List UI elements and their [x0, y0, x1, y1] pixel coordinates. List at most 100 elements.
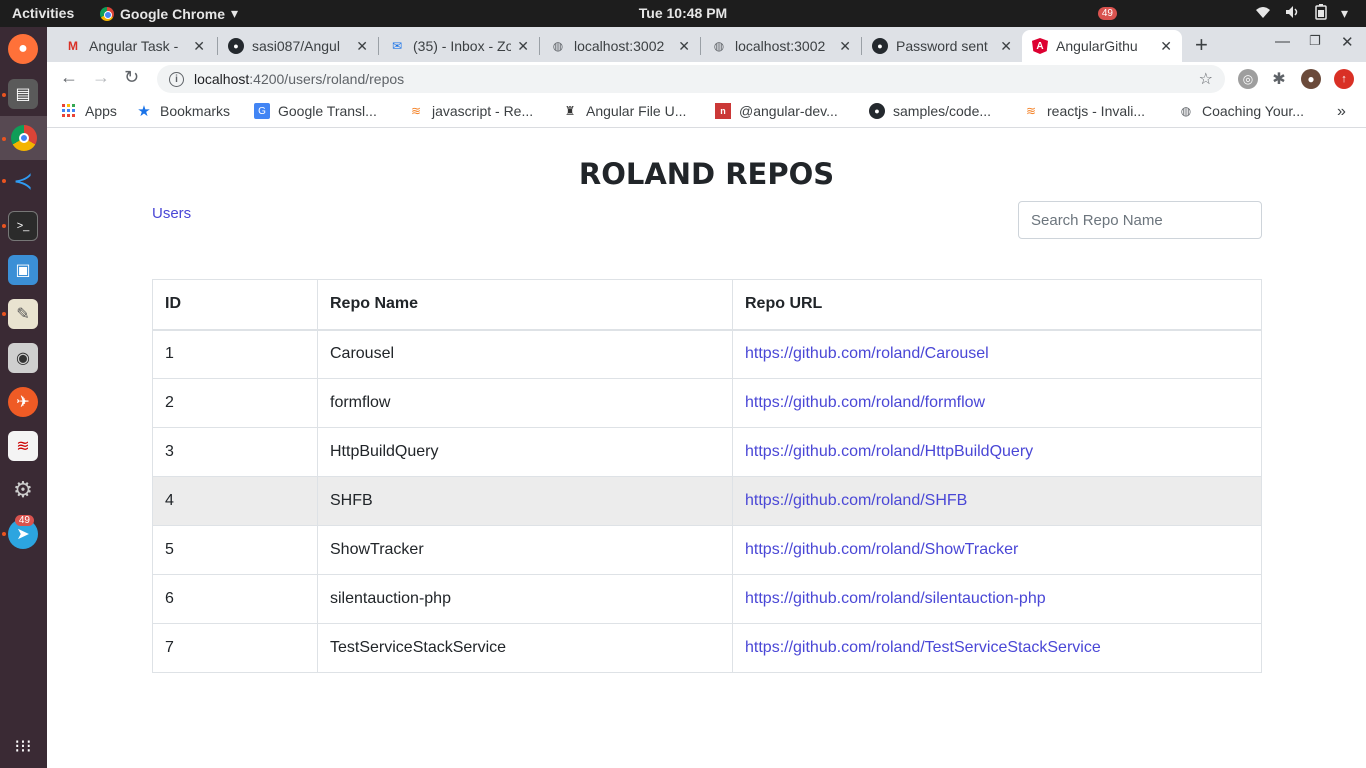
terminal-icon[interactable]: >_: [8, 211, 38, 241]
tab-password-sent[interactable]: ● Password sent ✕: [862, 30, 1022, 62]
app-grid-icon[interactable]: ⁝⁝⁝: [8, 731, 38, 761]
bookmark-angular-dev[interactable]: n @angular-dev...: [715, 103, 838, 119]
repo-name: ShowTracker: [317, 525, 733, 575]
postman-icon[interactable]: ✈: [8, 387, 38, 417]
battery-icon[interactable]: [1315, 4, 1327, 23]
tab-localhost-3002-a[interactable]: ◍ localhost:3002 ✕: [540, 30, 700, 62]
bookmark-reactjs[interactable]: ≋ reactjs - Invali...: [1023, 103, 1145, 119]
tab-inbox[interactable]: ✉ (35) - Inbox - Zo ✕: [379, 30, 539, 62]
wifi-icon[interactable]: [1255, 5, 1271, 22]
activities-button[interactable]: Activities: [12, 5, 74, 21]
bookmark-label: Coaching Your...: [1202, 103, 1304, 119]
info-icon[interactable]: i: [169, 71, 184, 87]
bookmark-apps[interactable]: Apps: [61, 103, 117, 119]
search-repo-input[interactable]: [1018, 201, 1262, 239]
github-icon: ●: [872, 38, 888, 54]
extension-icon[interactable]: ◎: [1238, 69, 1258, 89]
github-icon: ●: [869, 103, 885, 119]
back-icon[interactable]: ←: [60, 67, 78, 88]
table-row: 3 HttpBuildQuery https://github.com/rola…: [152, 427, 1262, 477]
repo-url-link[interactable]: https://github.com/roland/HttpBuildQuery: [745, 443, 1033, 460]
vscode-icon[interactable]: ≺: [8, 166, 38, 196]
new-tab-icon[interactable]: +: [1195, 32, 1208, 58]
repo-name: Carousel: [317, 329, 733, 379]
bookmark-samples-code[interactable]: ● samples/code...: [869, 103, 991, 119]
globe-icon: ◍: [1180, 104, 1192, 118]
chevron-down-icon[interactable]: ▾: [1341, 5, 1348, 22]
tab-title: sasi087/Angul: [252, 38, 340, 54]
system-tray[interactable]: 49 ▾: [1097, 4, 1348, 23]
repo-url-link[interactable]: https://github.com/roland/Carousel: [745, 345, 989, 362]
address-bar[interactable]: i localhost:4200/users/roland/repos ☆: [157, 65, 1225, 93]
repo-url-cell: https://github.com/roland/silentauction-…: [732, 574, 1262, 624]
running-indicator: [2, 532, 6, 536]
repo-url-cell: https://github.com/roland/HttpBuildQuery: [732, 427, 1262, 477]
bookmarks-overflow-icon[interactable]: »: [1337, 103, 1346, 121]
tab-strip: M Angular Task - ✕ ● sasi087/Angul ✕ ✉ (…: [47, 27, 1366, 62]
repo-url-cell: https://github.com/roland/ShowTracker: [732, 525, 1262, 575]
close-icon[interactable]: ✕: [517, 38, 529, 55]
repo-id: 5: [152, 525, 318, 575]
repo-url-link[interactable]: https://github.com/roland/ShowTracker: [745, 541, 1018, 558]
bookmark-coaching[interactable]: ◍ Coaching Your...: [1178, 103, 1304, 119]
close-icon[interactable]: ✕: [678, 38, 690, 55]
repo-url-link[interactable]: https://github.com/roland/silentauction-…: [745, 590, 1046, 607]
extensions-puzzle-icon[interactable]: ✱: [1269, 69, 1289, 89]
repo-url-link[interactable]: https://github.com/roland/formflow: [745, 394, 985, 411]
app-menu[interactable]: Google Chrome ▾: [100, 5, 238, 22]
bookmark-google-translate[interactable]: G Google Transl...: [254, 103, 377, 119]
url-host: localhost: [194, 71, 250, 87]
tab-angular-github[interactable]: A AngularGithu ✕: [1022, 30, 1182, 62]
tab-angular-task[interactable]: M Angular Task - ✕: [55, 30, 215, 62]
bookmark-favicon-icon: ♜: [564, 104, 576, 118]
image-viewer-icon[interactable]: ▣: [8, 255, 38, 285]
settings-icon[interactable]: ⚙: [8, 475, 38, 505]
text-editor-icon[interactable]: ✎: [8, 299, 38, 329]
notification-badge[interactable]: 49: [1097, 7, 1117, 20]
window-close-icon[interactable]: ✕: [1341, 33, 1354, 51]
tab-sasi087-angular[interactable]: ● sasi087/Angul ✕: [218, 30, 378, 62]
libreoffice-icon[interactable]: ≋: [8, 431, 38, 461]
tab-localhost-3002-b[interactable]: ◍ localhost:3002 ✕: [701, 30, 861, 62]
users-link[interactable]: Users: [152, 205, 191, 222]
globe-icon: ◍: [552, 39, 564, 53]
stackoverflow-icon: ≋: [1025, 104, 1037, 118]
profile-avatar-icon[interactable]: ●: [1301, 69, 1321, 89]
telegram-icon[interactable]: ➤ 49: [8, 515, 38, 549]
repo-url-cell: https://github.com/roland/TestServiceSta…: [732, 623, 1262, 673]
minimize-icon[interactable]: —: [1275, 33, 1290, 50]
table-header-row: ID Repo Name Repo URL: [152, 279, 1262, 331]
bookmark-angular-file-upload[interactable]: ♜ Angular File U...: [562, 103, 687, 119]
forward-icon[interactable]: →: [92, 67, 110, 88]
close-icon[interactable]: ✕: [193, 38, 205, 55]
table-row: 7 TestServiceStackService https://github…: [152, 623, 1262, 673]
table-row: 2 formflow https://github.com/roland/for…: [152, 378, 1262, 428]
close-icon[interactable]: ✕: [1160, 38, 1172, 55]
running-indicator: [2, 93, 6, 97]
repo-name: silentauction-php: [317, 574, 733, 624]
bookmark-bookmarks[interactable]: ★ Bookmarks: [136, 103, 230, 120]
files-icon[interactable]: ▤: [8, 79, 38, 109]
update-icon[interactable]: ↑: [1334, 69, 1354, 89]
close-icon[interactable]: ✕: [839, 38, 851, 55]
repo-id: 4: [152, 476, 318, 526]
repo-url-link[interactable]: https://github.com/roland/SHFB: [745, 492, 967, 509]
running-indicator: [2, 224, 6, 228]
close-icon[interactable]: ✕: [356, 38, 368, 55]
chrome-dock-item[interactable]: [0, 116, 47, 160]
bookmark-javascript[interactable]: ≋ javascript - Re...: [408, 103, 533, 119]
restore-icon[interactable]: ❐: [1309, 33, 1321, 49]
screenshot-icon[interactable]: ◉: [8, 343, 38, 373]
stackoverflow-icon: ≋: [410, 104, 422, 118]
tab-title: (35) - Inbox - Zo: [413, 38, 512, 54]
volume-icon[interactable]: [1285, 5, 1301, 22]
firefox-icon[interactable]: ●: [8, 34, 38, 64]
tab-title: Password sent: [896, 38, 988, 54]
repo-url-link[interactable]: https://github.com/roland/TestServiceSta…: [745, 639, 1101, 656]
bookmark-label: Apps: [85, 103, 117, 119]
column-header-id: ID: [152, 279, 318, 331]
close-icon[interactable]: ✕: [1000, 38, 1012, 55]
reload-icon[interactable]: ↻: [124, 67, 139, 88]
bookmark-star-icon[interactable]: ☆: [1199, 69, 1213, 89]
repo-url-cell: https://github.com/roland/formflow: [732, 378, 1262, 428]
